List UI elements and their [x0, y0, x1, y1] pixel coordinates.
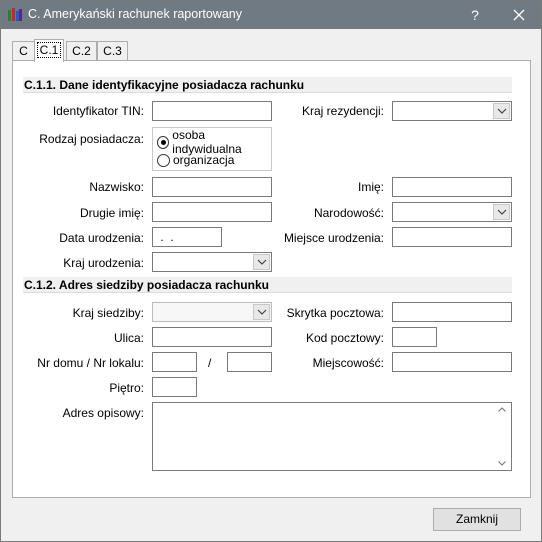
rodzaj-posiadacza-group: osoba indywidualna organizacja	[152, 127, 272, 171]
kraj-urodzenia-label: Kraj urodzenia:	[63, 256, 144, 270]
tin-label: Identyfikator TIN:	[52, 104, 144, 118]
skrytka-pocztowa-input[interactable]	[392, 302, 512, 322]
data-urodzenia-label: Data urodzenia:	[59, 231, 144, 245]
kraj-siedziby-label: Kraj siedziby:	[72, 306, 144, 320]
miejscowosc-label: Miejscowość:	[312, 356, 384, 370]
pietro-label: Piętro:	[109, 381, 144, 395]
narodowosc-label: Narodowość:	[313, 206, 384, 220]
dialog-window: C. Amerykański rachunek raportowany ? C …	[0, 0, 542, 542]
dropdown-button[interactable]	[493, 204, 510, 220]
app-icon	[8, 8, 22, 21]
radio-label: organizacja	[173, 153, 235, 167]
tab-c2[interactable]: C.2	[66, 41, 97, 61]
skrytka-pocztowa-label: Skrytka pocztowa:	[286, 306, 384, 320]
tin-input[interactable]	[152, 101, 272, 121]
chevron-down-icon	[497, 209, 507, 215]
nr-domu-input[interactable]	[152, 352, 197, 372]
tab-label: C.3	[103, 44, 122, 58]
radio-selected-icon[interactable]	[157, 135, 170, 149]
zamknij-button[interactable]: Zamknij	[433, 508, 521, 531]
kraj-siedziby-select[interactable]	[152, 302, 272, 322]
drugie-imie-label: Drugie imię:	[79, 206, 144, 220]
tab-label: C.1	[36, 42, 62, 58]
imie-input[interactable]	[392, 177, 512, 197]
window-title: C. Amerykański rachunek raportowany	[28, 7, 242, 21]
dropdown-button[interactable]	[493, 103, 510, 119]
chevron-down-icon	[257, 259, 267, 265]
help-button[interactable]: ?	[453, 1, 497, 29]
narodowosc-select[interactable]	[392, 202, 512, 222]
data-urodzenia-input[interactable]	[152, 227, 222, 247]
close-icon	[513, 9, 525, 21]
scroll-down-icon[interactable]	[498, 461, 506, 466]
radio-unselected-icon[interactable]	[157, 153, 170, 167]
close-window-button[interactable]	[497, 1, 541, 29]
adres-opisowy-textarea[interactable]	[152, 402, 512, 471]
pietro-input[interactable]	[152, 377, 197, 397]
nr-lokalu-input[interactable]	[227, 352, 272, 372]
nr-domu-label: Nr domu / Nr lokalu:	[37, 356, 144, 370]
section-header-adres: C.1.2. Adres siedziby posiadacza rachunk…	[23, 277, 512, 293]
nazwisko-input[interactable]	[152, 177, 272, 197]
title-bar[interactable]: C. Amerykański rachunek raportowany ?	[1, 1, 541, 29]
kod-pocztowy-label: Kod pocztowy:	[305, 331, 384, 345]
rodzaj-posiadacza-label: Rodzaj posiadacza:	[39, 132, 144, 146]
tab-c3[interactable]: C.3	[97, 41, 128, 61]
tab-c1[interactable]: C.1	[34, 39, 64, 62]
vertical-scrollbar[interactable]	[494, 403, 511, 470]
drugie-imie-input[interactable]	[152, 202, 272, 222]
imie-label: Imię:	[357, 180, 384, 194]
tab-label: C.2	[72, 44, 91, 58]
radio-osoba-indywidualna[interactable]: osoba indywidualna	[157, 128, 271, 156]
kraj-rezydencji-label: Kraj rezydencji:	[301, 104, 384, 118]
tab-label: C	[19, 44, 28, 58]
miejsce-urodzenia-label: Miejsce urodzenia:	[283, 231, 384, 245]
adres-opisowy-label: Adres opisowy:	[62, 406, 144, 420]
scroll-up-icon[interactable]	[498, 407, 506, 412]
nr-separator: /	[208, 356, 212, 370]
tab-c[interactable]: C	[12, 41, 35, 61]
kraj-urodzenia-select[interactable]	[152, 252, 272, 272]
kod-pocztowy-input[interactable]	[392, 327, 437, 347]
chevron-down-icon	[257, 309, 267, 315]
nazwisko-label: Nazwisko:	[89, 180, 144, 194]
ulica-label: Ulica:	[113, 331, 144, 345]
section-header-dane: C.1.1. Dane identyfikacyjne posiadacza r…	[23, 77, 512, 93]
miejscowosc-input[interactable]	[392, 352, 512, 372]
kraj-rezydencji-select[interactable]	[392, 101, 512, 121]
ulica-input[interactable]	[152, 327, 272, 347]
chevron-down-icon	[497, 108, 507, 114]
miejsce-urodzenia-input[interactable]	[392, 227, 512, 247]
dropdown-button[interactable]	[253, 304, 270, 320]
radio-organizacja[interactable]: organizacja	[157, 151, 234, 169]
dropdown-button[interactable]	[253, 254, 270, 270]
